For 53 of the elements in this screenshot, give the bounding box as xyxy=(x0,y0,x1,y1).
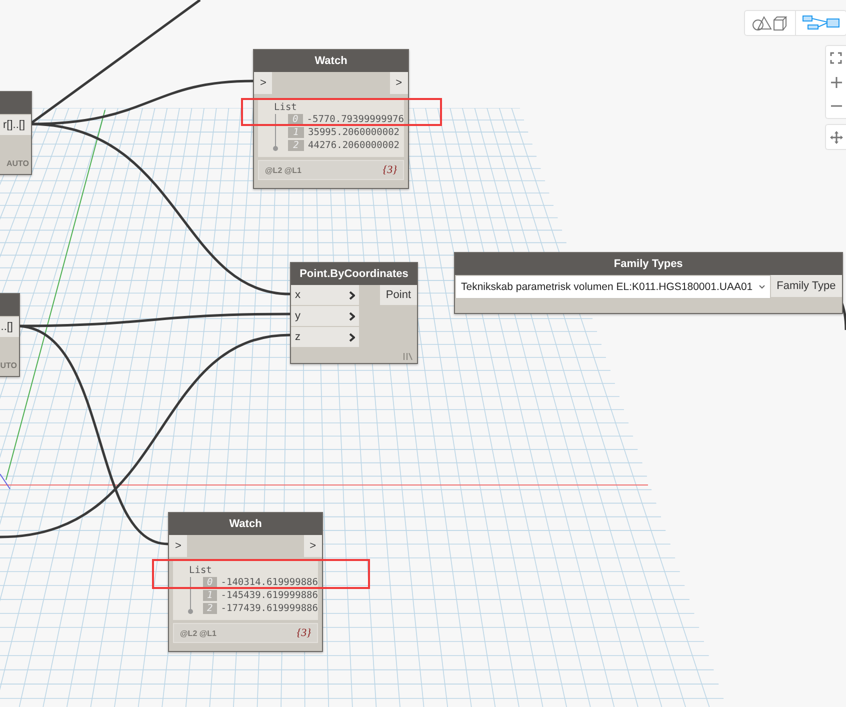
list-index: 2 xyxy=(288,140,304,151)
list-value: -140314.619999886 xyxy=(220,577,318,588)
output-port[interactable]: > xyxy=(304,535,322,557)
watch-node[interactable]: Watch > > List 0 -5770.79399999976 1 35995.2060000002 2 44276.2060000002 @L2 @L1 {3} xyxy=(253,49,409,189)
list-value: -5770.79399999976 xyxy=(306,114,404,125)
input-port[interactable]: > xyxy=(254,72,272,94)
fit-icon xyxy=(830,52,842,64)
list-label: List xyxy=(189,565,212,576)
list-value: -145439.619999886 xyxy=(220,590,318,601)
chevron-icon xyxy=(349,290,355,300)
graph-view-icon xyxy=(802,15,840,31)
output-port[interactable]: Point xyxy=(380,285,417,305)
level-label: @L2 @L1 xyxy=(180,628,216,638)
node-card[interactable]: ..[] UTO xyxy=(0,293,20,377)
output-port[interactable]: ..[] xyxy=(0,317,19,337)
list-index: 0 xyxy=(203,577,217,588)
item-count: {3} xyxy=(296,627,311,639)
list-index: 0 xyxy=(288,114,303,125)
list-value: 44276.2060000002 xyxy=(308,140,400,151)
output-port[interactable]: r[]..[] xyxy=(0,115,31,135)
node-card[interactable]: r[]..[] AUTO xyxy=(0,91,32,175)
output-port[interactable]: > xyxy=(390,72,408,94)
chevron-icon xyxy=(349,332,355,342)
lacing-label: AUTO xyxy=(6,159,29,168)
node-title: Watch xyxy=(169,513,322,535)
minus-icon xyxy=(830,105,842,107)
node-title: Watch xyxy=(254,50,408,72)
list-index: 1 xyxy=(288,127,304,138)
list-index: 2 xyxy=(203,603,217,614)
caret-icon xyxy=(758,285,765,289)
list-value: 35995.2060000002 xyxy=(308,127,400,138)
move-icon xyxy=(830,130,842,144)
node-title: Family Types xyxy=(455,253,842,275)
input-port[interactable]: x xyxy=(291,285,359,305)
plus-icon xyxy=(830,76,842,88)
node-card[interactable]: Family Types Teknikskab parametrisk volumen EL:K011.HGS180001.UAA01 Family Type xyxy=(454,252,843,314)
output-port[interactable]: Family Type xyxy=(770,275,842,297)
lacing-label: UTO xyxy=(0,361,17,370)
chevron-icon xyxy=(349,312,355,320)
list-label: List xyxy=(274,102,297,113)
node-title: Point.ByCoordinates xyxy=(291,263,417,285)
geometry-icon xyxy=(752,15,788,31)
input-port[interactable]: y xyxy=(291,306,359,326)
type-dropdown[interactable]: Teknikskab parametrisk volumen EL:K011.HGS180001.UAA01 xyxy=(455,275,771,299)
node-card[interactable]: Point.ByCoordinates x y z Point xyxy=(290,262,418,364)
list-index: 1 xyxy=(203,590,217,601)
level-label: @L2 @L1 xyxy=(265,166,302,174)
watch-node[interactable]: Watch > > List 0 -140314.619999886 1 -145439.619999886 2 -177439.619999886 @L2 @L1 {3} xyxy=(168,512,323,652)
input-port[interactable]: > xyxy=(169,535,188,557)
z-axis-line xyxy=(0,474,10,490)
list-value: -177439.619999886 xyxy=(220,603,318,614)
item-count: {3} xyxy=(382,164,397,176)
input-port[interactable]: z xyxy=(291,327,359,347)
